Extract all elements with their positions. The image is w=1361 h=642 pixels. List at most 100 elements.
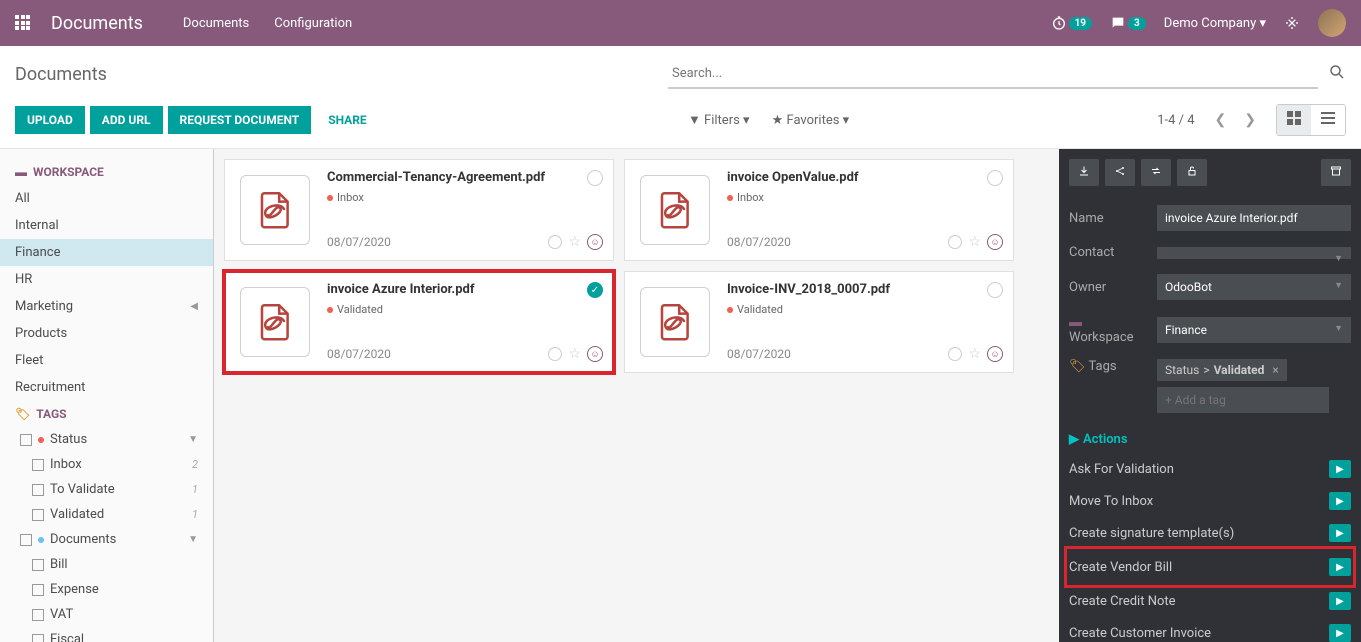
- card-selection-check[interactable]: ✓: [587, 282, 603, 298]
- add-url-button[interactable]: ADD URL: [90, 106, 163, 134]
- pager-next[interactable]: ❯: [1238, 108, 1262, 132]
- chat-icon[interactable]: 3: [1110, 15, 1146, 31]
- share-icon[interactable]: [1105, 159, 1135, 186]
- add-tag-field[interactable]: [1157, 387, 1329, 413]
- activity-icon[interactable]: [948, 235, 962, 249]
- favorite-icon[interactable]: ☆: [968, 234, 981, 250]
- card-title: invoice OpenValue.pdf: [727, 170, 1003, 185]
- document-card[interactable]: Invoice-INV_2018_0007.pdfValidated08/07/…: [624, 271, 1014, 373]
- page-title: Documents: [15, 64, 107, 85]
- filters-button[interactable]: ▼ Filters ▾: [680, 108, 758, 132]
- replace-icon[interactable]: [1141, 159, 1171, 186]
- sidebar-item-hr[interactable]: HR: [0, 266, 213, 293]
- timer-badge: 19: [1069, 17, 1092, 30]
- activity-icon[interactable]: [548, 347, 562, 361]
- name-field[interactable]: [1157, 205, 1351, 231]
- share-button[interactable]: SHARE: [316, 106, 378, 134]
- view-list-button[interactable]: [1311, 105, 1345, 135]
- sidebar-item-internal[interactable]: Internal: [0, 212, 213, 239]
- pdf-thumbnail: [640, 287, 710, 357]
- owner-field[interactable]: OdooBot: [1157, 274, 1351, 300]
- play-icon[interactable]: ▶: [1329, 624, 1351, 642]
- action-create-customer-invoice[interactable]: Create Customer Invoice▶: [1069, 617, 1351, 642]
- action-ask-for-validation[interactable]: Ask For Validation▶: [1069, 453, 1351, 485]
- contact-label: Contact: [1069, 245, 1149, 260]
- debug-icon[interactable]: [1284, 15, 1300, 31]
- tag-group-status[interactable]: Status▼: [0, 427, 213, 452]
- avatar[interactable]: [1318, 9, 1346, 37]
- tag-item[interactable]: To Validate1: [0, 477, 213, 502]
- chat-badge: 3: [1128, 17, 1146, 30]
- tag-item[interactable]: Inbox2: [0, 452, 213, 477]
- card-selection-check[interactable]: [987, 282, 1003, 298]
- card-selection-check[interactable]: [587, 170, 603, 186]
- sidebar-item-all[interactable]: All: [0, 185, 213, 212]
- company-selector[interactable]: Demo Company ▾: [1164, 16, 1266, 31]
- play-icon[interactable]: ▶: [1329, 492, 1351, 510]
- card-selection-check[interactable]: [987, 170, 1003, 186]
- action-create-vendor-bill[interactable]: Create Vendor Bill▶: [1069, 551, 1351, 583]
- sidebar-item-recruitment[interactable]: Recruitment: [0, 374, 213, 401]
- timer-icon[interactable]: 19: [1051, 15, 1092, 31]
- card-tag: Validated: [327, 303, 603, 316]
- play-icon[interactable]: ▶: [1329, 558, 1351, 576]
- nav-documents[interactable]: Documents: [183, 16, 249, 31]
- action-create-signature-template-s-[interactable]: Create signature template(s)▶: [1069, 517, 1351, 549]
- kanban-content: Commercial-Tenancy-Agreement.pdfInbox08/…: [214, 149, 1059, 642]
- apps-menu-icon[interactable]: [15, 15, 31, 31]
- pager-prev[interactable]: ❮: [1209, 108, 1233, 132]
- tag-item[interactable]: Expense: [0, 577, 213, 602]
- document-card[interactable]: ✓invoice Azure Interior.pdfValidated08/0…: [224, 271, 614, 373]
- activity-icon[interactable]: [548, 235, 562, 249]
- workspace-label: ▬ Workspace: [1069, 314, 1149, 345]
- contact-field[interactable]: [1157, 247, 1351, 259]
- search-input[interactable]: [668, 60, 1318, 89]
- message-icon[interactable]: ☺: [987, 346, 1003, 362]
- pager-text: 1-4 / 4: [1157, 113, 1194, 128]
- archive-icon[interactable]: [1321, 159, 1351, 186]
- lock-icon[interactable]: [1177, 159, 1207, 186]
- sidebar-item-fleet[interactable]: Fleet: [0, 347, 213, 374]
- action-create-credit-note[interactable]: Create Credit Note▶: [1069, 585, 1351, 617]
- favorite-icon[interactable]: ☆: [968, 346, 981, 362]
- details-panel: Name Contact OwnerOdooBot ▬ WorkspaceFin…: [1059, 149, 1361, 642]
- favorites-button[interactable]: ★ Favorites ▾: [764, 109, 858, 132]
- download-icon[interactable]: [1069, 159, 1099, 186]
- tag-group-documents[interactable]: Documents▼: [0, 527, 213, 552]
- action-move-to-inbox[interactable]: Move To Inbox▶: [1069, 485, 1351, 517]
- sidebar-item-marketing[interactable]: Marketing◀: [0, 293, 213, 320]
- request-document-button[interactable]: REQUEST DOCUMENT: [168, 106, 312, 134]
- tag-item[interactable]: Fiscal: [0, 627, 213, 642]
- tag-item[interactable]: Bill: [0, 552, 213, 577]
- play-icon[interactable]: ▶: [1329, 524, 1351, 542]
- nav-configuration[interactable]: Configuration: [274, 16, 352, 31]
- search-icon[interactable]: [1328, 63, 1346, 85]
- remove-tag-icon[interactable]: ×: [1272, 363, 1278, 377]
- pdf-thumbnail: [240, 175, 310, 245]
- tag-item[interactable]: Validated1: [0, 502, 213, 527]
- favorite-icon[interactable]: ☆: [568, 346, 581, 362]
- document-card[interactable]: invoice OpenValue.pdfInbox08/07/2020☆☺: [624, 159, 1014, 261]
- card-tag: Validated: [727, 303, 1003, 316]
- card-date: 08/07/2020: [727, 235, 791, 249]
- view-kanban-button[interactable]: [1277, 105, 1311, 135]
- main: ▬WORKSPACE AllInternalFinanceHRMarketing…: [0, 149, 1361, 642]
- play-icon[interactable]: ▶: [1329, 592, 1351, 610]
- upload-button[interactable]: UPLOAD: [15, 106, 85, 134]
- document-card[interactable]: Commercial-Tenancy-Agreement.pdfInbox08/…: [224, 159, 614, 261]
- topbar: Documents Documents Configuration 19 3 D…: [0, 0, 1361, 46]
- message-icon[interactable]: ☺: [987, 234, 1003, 250]
- view-toggle: [1276, 104, 1346, 136]
- message-icon[interactable]: ☺: [587, 346, 603, 362]
- app-brand: Documents: [51, 13, 143, 34]
- sidebar-item-products[interactable]: Products: [0, 320, 213, 347]
- message-icon[interactable]: ☺: [587, 234, 603, 250]
- card-date: 08/07/2020: [327, 235, 391, 249]
- play-icon[interactable]: ▶: [1329, 460, 1351, 478]
- tag-item[interactable]: VAT: [0, 602, 213, 627]
- name-label: Name: [1069, 211, 1149, 226]
- workspace-field[interactable]: Finance: [1157, 317, 1351, 343]
- favorite-icon[interactable]: ☆: [568, 234, 581, 250]
- activity-icon[interactable]: [948, 347, 962, 361]
- sidebar-item-finance[interactable]: Finance: [0, 239, 213, 266]
